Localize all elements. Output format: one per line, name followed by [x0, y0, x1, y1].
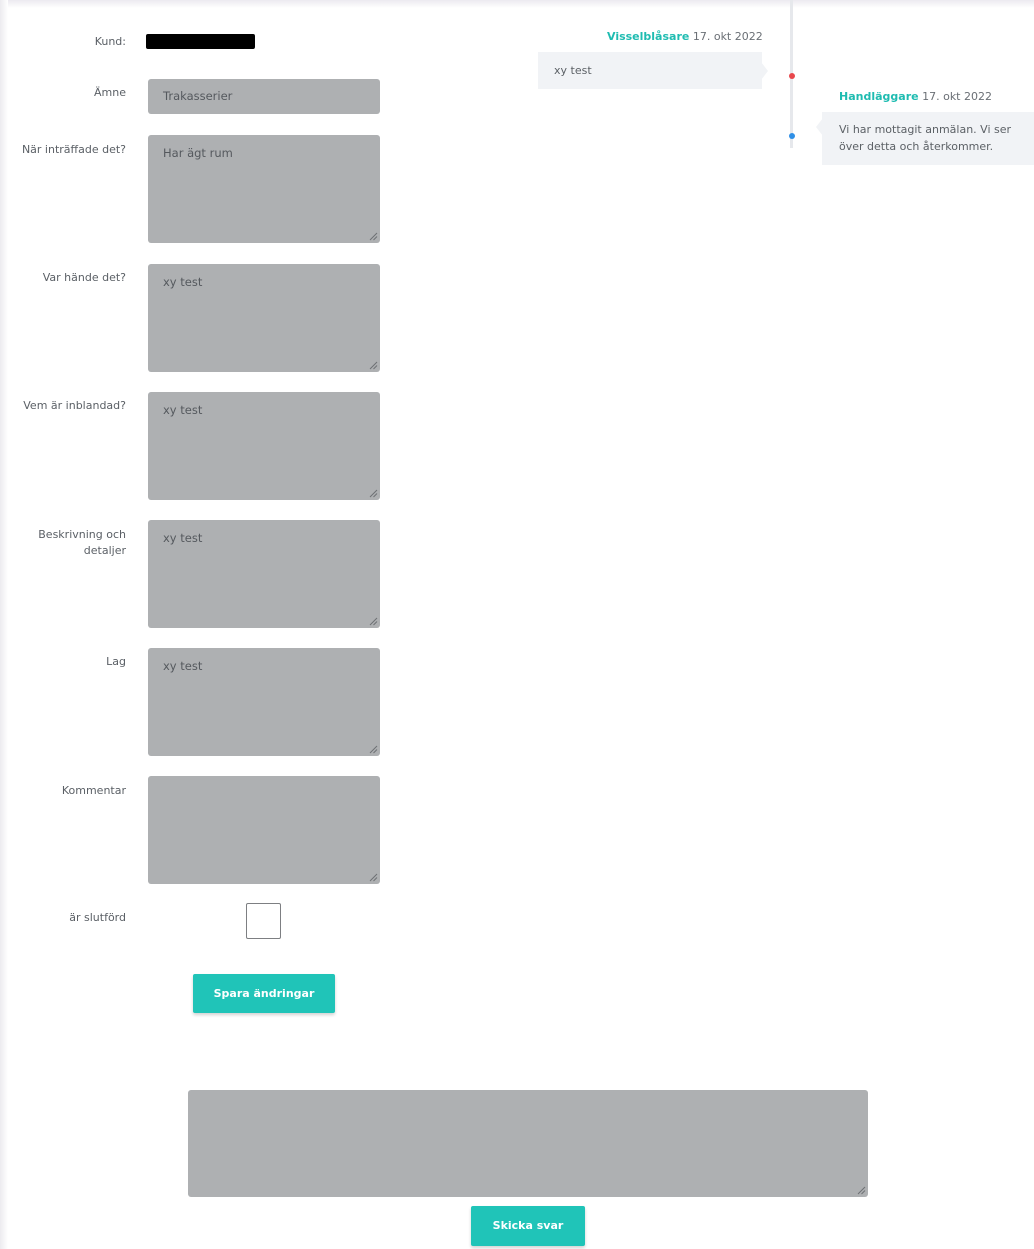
where-label: Var hände det? [42, 271, 126, 284]
law-label: Lag [106, 655, 126, 668]
who-label: Vem är inblandad? [23, 399, 126, 412]
timeline-dot-blue [789, 133, 795, 139]
completed-label: är slutförd [69, 911, 126, 924]
message-author: Handläggare [839, 90, 919, 103]
message-date: 17. okt 2022 [922, 90, 992, 103]
resize-grip-icon[interactable] [369, 232, 378, 241]
customer-value-redacted [146, 34, 255, 49]
description-textarea[interactable]: xy test [148, 520, 380, 628]
resize-grip-icon[interactable] [857, 1186, 866, 1195]
resize-grip-icon[interactable] [369, 489, 378, 498]
message-bubble: xy test [538, 52, 762, 89]
case-detail-page: Kund: Ämne Trakasserier När inträffade d… [0, 0, 1034, 1249]
when-label: När inträffade det? [21, 143, 126, 156]
message-bubble: Vi har mottagit anmälan. Vi ser över det… [822, 112, 1034, 165]
completed-checkbox[interactable] [246, 903, 281, 939]
comment-label: Kommentar [61, 784, 126, 797]
description-label: Beskrivning och detaljer [38, 528, 126, 557]
subject-label: Ämne [94, 86, 126, 99]
who-value: xy test [163, 403, 203, 417]
where-textarea[interactable]: xy test [148, 264, 380, 372]
subject-value: Trakasserier [163, 89, 233, 103]
message-header: Visselblåsare 17. okt 2022 [607, 30, 763, 43]
law-value: xy test [163, 659, 203, 673]
where-value: xy test [163, 275, 203, 289]
timeline-dot-red [789, 73, 795, 79]
law-textarea[interactable]: xy test [148, 648, 380, 756]
when-textarea[interactable]: Har ägt rum [148, 135, 380, 243]
who-textarea[interactable]: xy test [148, 392, 380, 500]
resize-grip-icon[interactable] [369, 361, 378, 370]
message-author: Visselblåsare [607, 30, 690, 43]
save-changes-button[interactable]: Spara ändringar [193, 974, 335, 1013]
subject-field[interactable]: Trakasserier [148, 79, 380, 114]
reply-textarea[interactable] [188, 1090, 868, 1197]
message-header: Handläggare 17. okt 2022 [839, 90, 992, 103]
when-value: Har ägt rum [163, 146, 233, 160]
message-date: 17. okt 2022 [692, 30, 763, 43]
send-reply-button[interactable]: Skicka svar [471, 1206, 585, 1246]
comment-textarea[interactable] [148, 776, 380, 884]
resize-grip-icon[interactable] [369, 873, 378, 882]
customer-label: Kund: [94, 35, 126, 48]
resize-grip-icon[interactable] [369, 617, 378, 626]
resize-grip-icon[interactable] [369, 745, 378, 754]
description-value: xy test [163, 531, 203, 545]
bubble-pointer-icon [761, 62, 768, 80]
